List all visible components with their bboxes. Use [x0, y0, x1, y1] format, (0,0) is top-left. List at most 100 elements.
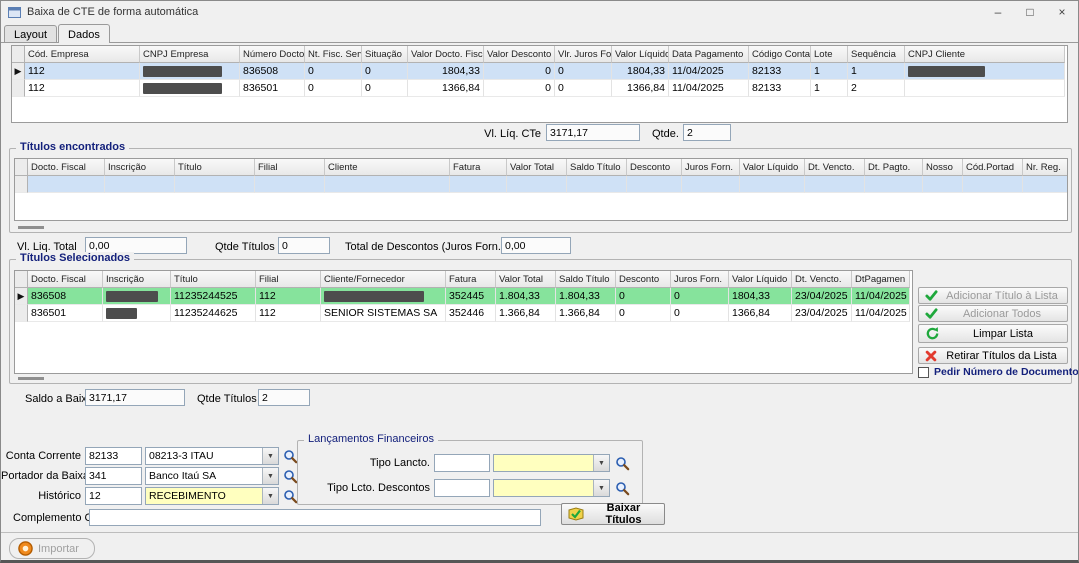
baixar-titulos-button[interactable]: Baixar Títulos [561, 503, 665, 525]
column-header[interactable]: Vlr. Juros Forn. [555, 46, 612, 63]
grid-cell[interactable]: 1804,33 [408, 63, 484, 80]
grid-cell[interactable]: 0 [484, 63, 555, 80]
conta-corrente-code-field[interactable] [85, 447, 142, 465]
column-header[interactable]: Desconto [627, 159, 682, 176]
column-header[interactable]: Filial [255, 159, 325, 176]
grid-row[interactable]: ▶112836508001804,33001804,3311/04/202582… [12, 63, 1065, 80]
column-header[interactable]: Valor Desconto [484, 46, 555, 63]
grid-cell[interactable]: 1804,33 [729, 288, 792, 305]
grid-cell[interactable]: SENIOR SISTEMAS SA [321, 305, 446, 322]
grid-cell[interactable] [105, 176, 175, 193]
tipo-lancto-code-field[interactable] [434, 454, 490, 472]
tipo-lcto-descontos-code-field[interactable] [434, 479, 490, 497]
grid-cell[interactable]: 1.366,84 [496, 305, 556, 322]
grid-cell[interactable]: 11235244525 [171, 288, 256, 305]
grid-cell[interactable]: 1.804,33 [496, 288, 556, 305]
vl-liq-cte-field[interactable] [546, 124, 640, 141]
grid-cell[interactable]: 1.366,84 [556, 305, 616, 322]
grid-cell[interactable] [321, 288, 446, 305]
column-header[interactable]: Título [175, 159, 255, 176]
grid-cell[interactable]: 836508 [240, 63, 305, 80]
grid-cell[interactable]: 1804,33 [612, 63, 669, 80]
grid-cell[interactable]: 11/04/2025 [669, 80, 749, 97]
qtde-titulos-encontrados-field[interactable] [278, 237, 330, 254]
grid-cell[interactable]: 112 [256, 288, 321, 305]
complemento-field[interactable] [89, 509, 541, 526]
column-header[interactable]: CNPJ Empresa [140, 46, 240, 63]
grid-cell[interactable]: 11/04/2025 [852, 305, 910, 322]
grid-cell[interactable]: 112 [25, 80, 140, 97]
grid-cell[interactable]: 1366,84 [408, 80, 484, 97]
column-header[interactable]: Fatura [450, 159, 507, 176]
grid-cell[interactable]: 0 [671, 305, 729, 322]
saldo-a-baixar-field[interactable] [85, 389, 185, 406]
column-header[interactable]: DtPagamen [852, 271, 910, 288]
tipo-lcto-descontos-lookup-icon[interactable] [615, 481, 630, 496]
limpar-lista-button[interactable]: Limpar Lista [918, 324, 1068, 343]
grid-row[interactable] [15, 176, 1068, 193]
grid-cell[interactable] [905, 80, 1065, 97]
close-button[interactable]: × [1046, 1, 1078, 23]
column-header[interactable]: Valor Líquido [729, 271, 792, 288]
conta-corrente-combo[interactable]: 08213-3 ITAU ▼ [145, 447, 279, 465]
grid-cell[interactable]: 352446 [446, 305, 496, 322]
grid-cell[interactable]: 0 [616, 288, 671, 305]
column-header[interactable]: Lote [811, 46, 848, 63]
grid-cell[interactable]: 0 [555, 63, 612, 80]
column-header[interactable]: Valor Líquido [740, 159, 805, 176]
portador-code-field[interactable] [85, 467, 142, 485]
adicionar-titulo-button[interactable]: Adicionar Título à Lista [918, 287, 1068, 304]
dropdown-arrow-icon[interactable]: ▼ [593, 455, 609, 471]
total-descontos-field[interactable] [501, 237, 571, 254]
portador-lookup-icon[interactable] [283, 469, 298, 484]
column-header[interactable]: Nosso [923, 159, 963, 176]
h-scrollbar-thumb[interactable] [18, 226, 44, 229]
grid-cell[interactable]: 82133 [749, 80, 811, 97]
tab-layout[interactable]: Layout [4, 25, 57, 42]
column-header[interactable]: Nr. Reg. [1023, 159, 1068, 176]
column-header[interactable]: Sequência [848, 46, 905, 63]
grid-cell[interactable]: 352445 [446, 288, 496, 305]
column-header[interactable]: Valor Total [496, 271, 556, 288]
grid-cell[interactable]: 11235244625 [171, 305, 256, 322]
dropdown-arrow-icon[interactable]: ▼ [262, 468, 278, 484]
historico-lookup-icon[interactable] [283, 489, 298, 504]
grid-cell[interactable]: 836501 [240, 80, 305, 97]
grid-cell[interactable] [507, 176, 567, 193]
column-header[interactable]: Saldo Título [556, 271, 616, 288]
column-header[interactable]: Cód.Portad [963, 159, 1023, 176]
grid-cell[interactable]: 1.804,33 [556, 288, 616, 305]
historico-combo[interactable]: RECEBIMENTO ▼ [145, 487, 279, 505]
grid-cell[interactable] [905, 63, 1065, 80]
grid-cell[interactable]: 1366,84 [612, 80, 669, 97]
grid-cell[interactable] [103, 288, 171, 305]
grid-cell[interactable]: 0 [671, 288, 729, 305]
grid-cell[interactable] [28, 176, 105, 193]
grid-cell[interactable] [103, 305, 171, 322]
column-header[interactable]: Fatura [446, 271, 496, 288]
grid-cell[interactable] [140, 80, 240, 97]
grid-cell[interactable]: 0 [555, 80, 612, 97]
tab-dados[interactable]: Dados [58, 24, 110, 43]
cte-grid[interactable]: Cód. EmpresaCNPJ EmpresaNúmero Docto.Nt.… [12, 46, 1065, 97]
column-header[interactable]: Cliente [325, 159, 450, 176]
grid-cell[interactable]: 82133 [749, 63, 811, 80]
column-header[interactable]: Valor Líquido [612, 46, 669, 63]
grid-cell[interactable] [682, 176, 740, 193]
grid-cell[interactable] [627, 176, 682, 193]
qtde-titulos-selecionados-field[interactable] [258, 389, 310, 406]
minimize-button[interactable]: – [982, 1, 1014, 23]
column-header[interactable]: Data Pagamento [669, 46, 749, 63]
grid-cell[interactable] [567, 176, 627, 193]
column-header[interactable]: Cliente/Fornecedor [321, 271, 446, 288]
grid-cell[interactable]: 1366,84 [729, 305, 792, 322]
checkbox-box-icon[interactable] [918, 367, 929, 378]
titulos-encontrados-grid[interactable]: Docto. FiscalInscriçãoTítuloFilialClient… [15, 159, 1068, 193]
grid-cell[interactable] [1023, 176, 1068, 193]
grid-cell[interactable]: 11/04/2025 [669, 63, 749, 80]
column-header[interactable]: Dt. Vencto. [792, 271, 852, 288]
column-header[interactable]: Situação [362, 46, 408, 63]
dropdown-arrow-icon[interactable]: ▼ [593, 480, 609, 496]
grid-cell[interactable]: 0 [362, 63, 408, 80]
column-header[interactable]: Docto. Fiscal [28, 271, 103, 288]
